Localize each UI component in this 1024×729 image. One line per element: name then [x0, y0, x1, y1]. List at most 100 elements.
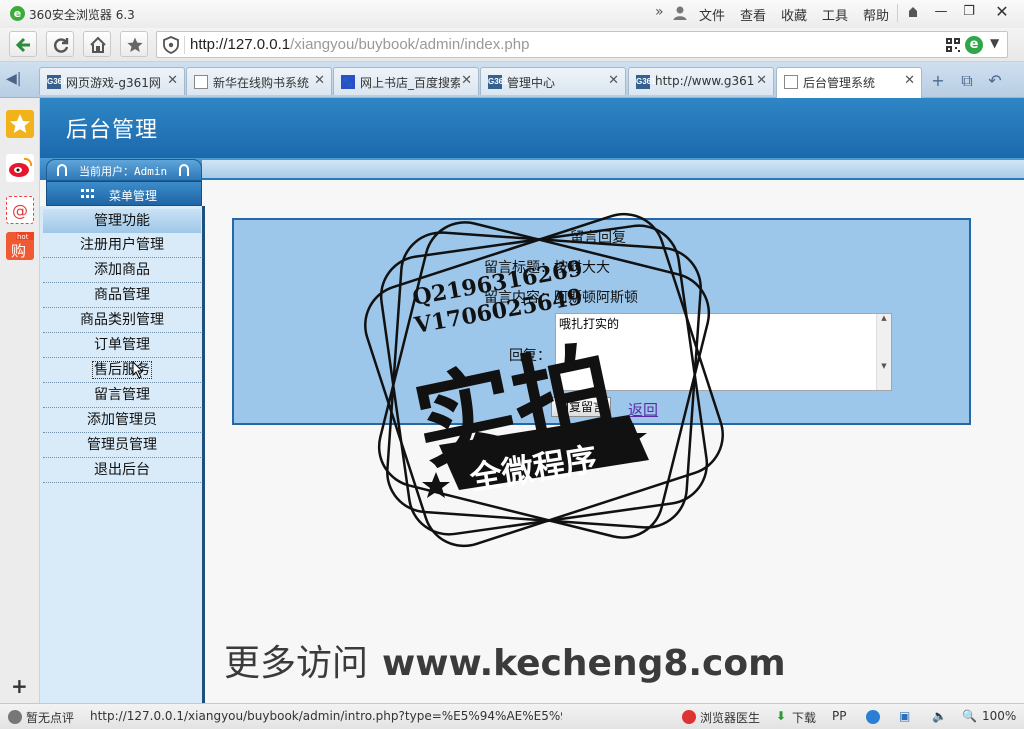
chevron-down-icon[interactable]: ▼: [990, 36, 999, 50]
page-content: 后台管理 当前用户：Admin 菜单管理 管理功能 注册用户管理 添加商品 商品…: [40, 98, 1024, 703]
qr-code-icon[interactable]: [946, 38, 960, 52]
mail-icon[interactable]: @: [6, 196, 34, 224]
rating-text[interactable]: 暂无点评: [26, 709, 74, 726]
tab-g361-games[interactable]: G361 网页游戏-g361网 ✕: [39, 67, 185, 95]
browser-doctor-icon: [682, 710, 696, 724]
sidebar-item-after-sales[interactable]: 售后服务: [43, 358, 201, 383]
sidebar-item-orders[interactable]: 订单管理: [43, 333, 201, 358]
admin-sidebar: 管理功能 注册用户管理 添加商品 商品管理 商品类别管理 订单管理 售后服务 留…: [40, 206, 205, 703]
shopping-hot-icon[interactable]: hot 购: [6, 232, 34, 260]
home-button[interactable]: [83, 31, 111, 57]
svg-text:@: @: [12, 201, 28, 220]
user-account-icon[interactable]: [672, 5, 688, 21]
navigation-bar: http://127.0.0.1/xiangyou/buybook/admin/…: [0, 28, 1024, 62]
current-user-bar: 当前用户：Admin: [46, 159, 202, 181]
menu-tools[interactable]: 工具: [822, 5, 848, 24]
hook-icon: [57, 164, 67, 176]
tab-admin-center[interactable]: G361 管理中心 ✕: [480, 67, 626, 95]
status-bar: 暂无点评 http://127.0.0.1/xiangyou/buybook/a…: [0, 703, 1024, 729]
volume-icon[interactable]: 🔈: [932, 709, 947, 723]
sidebar-item-add-admin[interactable]: 添加管理员: [43, 408, 201, 433]
url-text: http://127.0.0.1/xiangyou/buybook/admin/…: [190, 36, 530, 53]
favorites-star-icon[interactable]: [6, 110, 34, 138]
sidebar-item-add-product[interactable]: 添加商品: [43, 258, 201, 283]
tab-label: 网页游戏-g361网: [66, 76, 161, 90]
refresh-button[interactable]: [46, 31, 74, 57]
admin-banner: 后台管理: [40, 98, 1024, 158]
tab-bar: ◀| G361 网页游戏-g361网 ✕ 新华在线购书系统 ✕ 🐾 网上书店_百…: [0, 62, 1024, 98]
sidebar-item-logout[interactable]: 退出后台: [43, 458, 201, 483]
download-arrow-icon: ⬇: [776, 709, 787, 723]
menu-manage-button[interactable]: 菜单管理: [46, 181, 202, 206]
double-chevron-icon[interactable]: »: [655, 4, 664, 20]
tab-backend-system[interactable]: 后台管理系统 ✕: [776, 67, 922, 98]
sidebar-toggle-icon[interactable]: ◀|: [6, 71, 21, 87]
skin-icon[interactable]: [901, 2, 925, 22]
tab-label: 管理中心: [507, 76, 556, 90]
favorite-star-button[interactable]: [120, 31, 148, 57]
refresh-icon: [54, 38, 69, 53]
download-button[interactable]: 下载: [792, 709, 816, 726]
footer-watermark-site: www.kecheng8.com: [382, 643, 786, 684]
window-title: 360安全浏览器 6.3: [29, 8, 135, 22]
browser-doctor[interactable]: 浏览器医生: [700, 709, 760, 726]
security-shield-icon[interactable]: [163, 36, 179, 54]
page-icon: [194, 75, 208, 89]
address-separator: [184, 36, 185, 54]
minimize-button[interactable]: —: [929, 2, 953, 22]
close-icon[interactable]: ✕: [756, 73, 767, 88]
zoom-level[interactable]: 100%: [982, 709, 1016, 723]
menu-manage-label: 菜单管理: [109, 189, 158, 203]
sidebar-item-categories[interactable]: 商品类别管理: [43, 308, 201, 333]
tab-label: 后台管理系统: [803, 76, 876, 90]
menu-file[interactable]: 文件: [699, 5, 725, 24]
close-icon[interactable]: ✕: [167, 73, 178, 88]
tab-list-icon[interactable]: ⧉: [956, 70, 978, 92]
tab-label: http://www.g361: [655, 74, 755, 88]
sidebar-item-admins[interactable]: 管理员管理: [43, 433, 201, 458]
back-button[interactable]: [9, 31, 37, 57]
g361-icon: G361: [47, 75, 67, 89]
render-mode-icon[interactable]: e: [965, 36, 983, 54]
close-window-button[interactable]: ✕: [990, 2, 1014, 22]
footer-watermark: 更多访问 www.kecheng8.com: [224, 634, 786, 686]
weibo-icon[interactable]: [6, 154, 34, 182]
tab-g361-url[interactable]: G361 http://www.g361 ✕: [628, 67, 774, 95]
undo-close-icon[interactable]: ↶: [984, 70, 1006, 92]
screenshot-icon[interactable]: ▣: [899, 709, 910, 723]
pp-icon[interactable]: PP: [832, 709, 846, 723]
svg-text:hot: hot: [17, 233, 29, 241]
sidebar-item-messages[interactable]: 留言管理: [43, 383, 201, 408]
textarea-scrollbar[interactable]: ▲ ▼: [876, 314, 891, 390]
menu-view[interactable]: 查看: [740, 5, 766, 24]
browser-side-panel: @ hot 购 +: [0, 98, 40, 703]
svg-text:购: 购: [11, 242, 26, 260]
browser-logo-icon: e: [10, 6, 25, 21]
zoom-icon[interactable]: 🔍: [962, 709, 977, 723]
sidebar-heading: 管理功能: [43, 209, 201, 233]
current-user-label: 当前用户：Admin: [79, 165, 168, 178]
sidebar-item-users[interactable]: 注册用户管理: [43, 233, 201, 258]
new-tab-button[interactable]: +: [927, 70, 949, 92]
hook-icon: [179, 164, 189, 176]
ie-icon[interactable]: [866, 710, 880, 724]
main-area: 留言回复 留言标题：按时大大 留言内容：阿斯顿阿斯顿 回复： ▲▼ 回复留言 返…: [208, 180, 1024, 703]
baidu-paw-icon: 🐾: [341, 75, 355, 89]
close-icon[interactable]: ✕: [314, 73, 325, 88]
close-icon[interactable]: ✕: [461, 73, 472, 88]
back-arrow-icon: [15, 37, 30, 53]
address-bar[interactable]: http://127.0.0.1/xiangyou/buybook/admin/…: [156, 31, 1008, 58]
menu-help[interactable]: 帮助: [863, 5, 889, 24]
status-url: http://127.0.0.1/xiangyou/buybook/admin/…: [90, 709, 562, 723]
close-icon[interactable]: ✕: [904, 73, 915, 88]
tab-label: 网上书店_百度搜索: [360, 76, 460, 90]
tab-baidu-search[interactable]: 🐾 网上书店_百度搜索 ✕: [333, 67, 479, 95]
add-panel-icon[interactable]: +: [11, 674, 28, 698]
star-icon: [127, 37, 143, 52]
restore-button[interactable]: ❐: [957, 2, 981, 22]
rating-icon: [8, 710, 22, 724]
tab-xinhua-bookstore[interactable]: 新华在线购书系统 ✕: [186, 67, 332, 95]
sidebar-item-products[interactable]: 商品管理: [43, 283, 201, 308]
menu-favorites[interactable]: 收藏: [781, 5, 807, 24]
close-icon[interactable]: ✕: [608, 73, 619, 88]
